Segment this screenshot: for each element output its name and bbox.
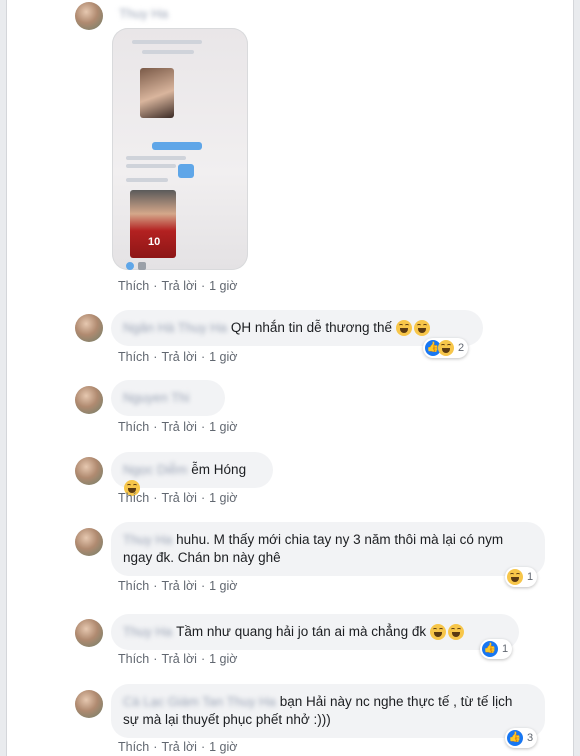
separator: · — [153, 350, 158, 364]
comment-bubble: Thuy Ha Tầm như quang hải jo tán ai mà ch… — [111, 614, 519, 650]
comment-author[interactable]: Thuy Ha — [123, 623, 172, 641]
comment-text: QH nhắn tin dễ thương thế — [230, 320, 393, 335]
like-reaction-icon: 👍 — [482, 641, 498, 657]
separator: · — [200, 279, 206, 293]
separator: · — [200, 491, 206, 505]
comment-bubble: Thuy Ha huhu. M thấy mới chia tay ny 3 nă… — [111, 522, 545, 576]
laughing-emoji-icon — [447, 624, 464, 641]
avatar[interactable] — [75, 457, 103, 485]
comment-author[interactable]: Thuy Ha — [119, 5, 172, 23]
laughing-emoji-icon — [413, 320, 430, 337]
avatar[interactable] — [75, 314, 103, 342]
separator: · — [153, 491, 158, 505]
avatar[interactable] — [75, 528, 103, 556]
reply-link[interactable]: Trả lời — [161, 420, 197, 434]
reply-link[interactable]: Trả lời — [161, 579, 197, 593]
laughing-emoji-icon — [429, 624, 446, 641]
separator: · — [200, 579, 206, 593]
comment-actions: Thích · Trả lời · 1 giờ — [118, 279, 237, 293]
comment-actions: Thích · Trả lời · 1 giờ — [118, 652, 237, 666]
reply-link[interactable]: Trả lời — [161, 652, 197, 666]
comment-bubble: Nguyen Thi — [111, 380, 225, 416]
timestamp[interactable]: 1 giờ — [209, 420, 237, 434]
jersey-number: 10 — [148, 236, 161, 248]
reaction-count: 3 — [527, 732, 534, 744]
separator: · — [200, 652, 206, 666]
comment-actions: Thích · Trả lời · 1 giờ — [118, 740, 237, 754]
comment-author[interactable]: Thuy Ha — [123, 531, 172, 549]
like-link[interactable]: Thích — [118, 652, 149, 666]
reaction-count: 1 — [527, 571, 534, 583]
comment-author[interactable]: Ngân Hà Thuy Ha — [123, 319, 227, 337]
separator: · — [153, 652, 158, 666]
comment-author[interactable]: Cà Lạc Giám Tan Thuy Ha — [123, 693, 276, 711]
reply-link[interactable]: Trả lời — [161, 740, 197, 754]
separator: · — [200, 740, 206, 754]
separator: · — [153, 420, 158, 434]
reaction-summary[interactable]: 👍 3 — [505, 728, 538, 748]
comment-bubble: Cà Lạc Giám Tan Thuy Ha bạn Hải này nc ng… — [111, 684, 545, 738]
timestamp[interactable]: 1 giờ — [209, 350, 237, 364]
reply-link[interactable]: Trả lời — [161, 491, 197, 505]
laughing-emoji-icon — [395, 320, 412, 337]
avatar[interactable] — [75, 386, 103, 414]
comment-actions: Thích · Trả lời · 1 giờ — [118, 491, 237, 505]
separator: · — [153, 279, 158, 293]
avatar[interactable] — [75, 2, 103, 30]
timestamp[interactable]: 1 giờ — [209, 652, 237, 666]
avatar[interactable] — [75, 619, 103, 647]
timestamp[interactable]: 1 giờ — [209, 579, 237, 593]
timestamp[interactable]: 1 giờ — [209, 279, 237, 293]
reply-link[interactable]: Trả lời — [161, 279, 197, 293]
reaction-summary[interactable]: 1 — [505, 567, 538, 587]
like-link[interactable]: Thích — [118, 350, 149, 364]
timestamp[interactable]: 1 giờ — [209, 740, 237, 754]
comment-actions: Thích · Trả lời · 1 giờ — [118, 420, 237, 434]
reaction-summary[interactable]: 👍 1 — [480, 639, 513, 659]
separator: · — [200, 420, 206, 434]
separator: · — [153, 740, 158, 754]
avatar[interactable] — [75, 690, 103, 718]
separator: · — [200, 350, 206, 364]
timestamp[interactable]: 1 giờ — [209, 491, 237, 505]
comment-text: Tầm như quang hải jo tán ai mà chẳng đk — [176, 624, 427, 639]
separator: · — [153, 579, 158, 593]
comment-text: huhu. M thấy mới chia tay ny 3 năm thôi … — [123, 532, 504, 565]
like-link[interactable]: Thích — [118, 279, 149, 293]
comment-text: ễm Hóng — [191, 462, 247, 477]
like-link[interactable]: Thích — [118, 740, 149, 754]
comments-panel: Thuy Ha 10 Thích · Trả lời · 1 giờ Ngân Hà T… — [6, 0, 574, 756]
attached-screenshot-image[interactable]: 10 — [112, 28, 248, 270]
laughing-emoji-icon — [507, 569, 523, 585]
comment-author[interactable]: Ngọc Diễm — [123, 461, 187, 479]
comment-actions: Thích · Trả lời · 1 giờ — [118, 579, 237, 593]
comment-author[interactable]: Nguyen Thi — [123, 389, 189, 407]
comment-actions: Thích · Trả lời · 1 giờ — [118, 350, 237, 364]
like-reaction-icon: 👍 — [507, 730, 523, 746]
like-link[interactable]: Thích — [118, 491, 149, 505]
reaction-count: 2 — [458, 342, 465, 354]
reaction-summary[interactable]: 👍 2 — [423, 338, 469, 358]
laughing-emoji-icon — [438, 340, 454, 356]
reaction-count: 1 — [502, 643, 509, 655]
like-link[interactable]: Thích — [118, 420, 149, 434]
photo-avatar-image — [140, 68, 174, 118]
like-link[interactable]: Thích — [118, 579, 149, 593]
comment-bubble: Ngọc Diễm ễm Hóng — [111, 452, 273, 497]
reply-link[interactable]: Trả lời — [161, 350, 197, 364]
